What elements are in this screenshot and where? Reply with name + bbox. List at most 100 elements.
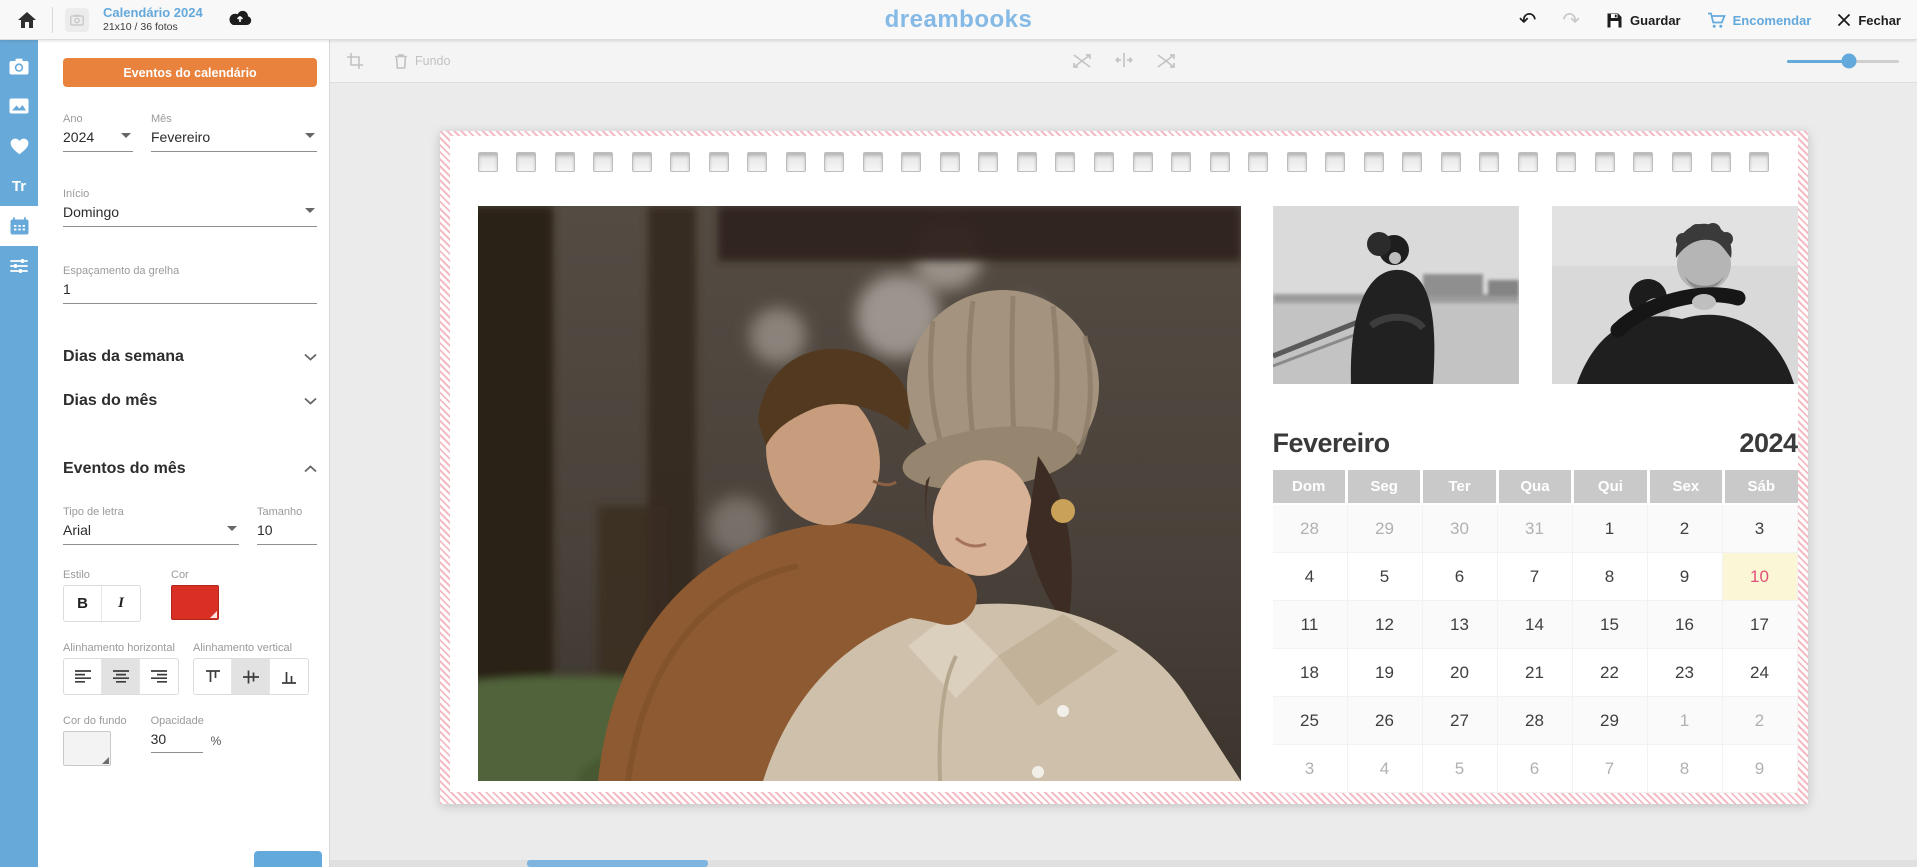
text-color-swatch[interactable] bbox=[171, 585, 219, 620]
day-cell[interactable]: 16 bbox=[1648, 601, 1723, 649]
sidebar-item-text[interactable]: Tr bbox=[0, 166, 38, 206]
sidebar-item-layouts[interactable] bbox=[0, 86, 38, 126]
mini-photo-2[interactable] bbox=[1552, 206, 1798, 384]
bg-color-swatch[interactable] bbox=[63, 731, 111, 766]
day-cell[interactable]: 27 bbox=[1423, 697, 1498, 745]
day-cell[interactable]: 21 bbox=[1498, 649, 1573, 697]
bold-button[interactable]: B bbox=[64, 586, 102, 621]
heart-icon bbox=[10, 138, 29, 155]
day-cell[interactable]: 13 bbox=[1423, 601, 1498, 649]
day-cell[interactable]: 2 bbox=[1648, 505, 1723, 553]
scrollbar-thumb[interactable] bbox=[527, 860, 708, 867]
day-cell[interactable]: 4 bbox=[1273, 553, 1348, 601]
day-cell[interactable]: 5 bbox=[1348, 553, 1423, 601]
day-cell[interactable]: 7 bbox=[1498, 553, 1573, 601]
align-center-icon bbox=[111, 669, 131, 684]
day-cell[interactable]: 8 bbox=[1648, 745, 1723, 793]
crop-button[interactable] bbox=[346, 52, 364, 70]
day-cell[interactable]: 4 bbox=[1348, 745, 1423, 793]
day-cell[interactable]: 1 bbox=[1573, 505, 1648, 553]
flip-horizontal-icon[interactable] bbox=[1114, 53, 1134, 67]
day-cell[interactable]: 18 bbox=[1273, 649, 1348, 697]
day-cell[interactable]: 29 bbox=[1348, 505, 1423, 553]
day-cell[interactable]: 31 bbox=[1498, 505, 1573, 553]
redo-icon[interactable]: ↷ bbox=[1562, 10, 1580, 31]
day-cell[interactable]: 5 bbox=[1423, 745, 1498, 793]
project-subtitle: 21x10 / 36 fotos bbox=[103, 21, 203, 33]
month-select[interactable]: Mês Fevereiro bbox=[151, 113, 317, 152]
year-select[interactable]: Ano 2024 bbox=[63, 113, 133, 152]
align-top-button[interactable] bbox=[194, 659, 232, 694]
close-button[interactable]: Fechar bbox=[1837, 13, 1901, 28]
binding-hole bbox=[1556, 152, 1576, 172]
day-cell[interactable]: 29 bbox=[1573, 697, 1648, 745]
day-cell[interactable]: 22 bbox=[1573, 649, 1648, 697]
day-cell[interactable]: 3 bbox=[1723, 505, 1798, 553]
align-bottom-icon bbox=[280, 669, 298, 685]
order-button[interactable]: Encomendar bbox=[1707, 12, 1812, 29]
start-day-select[interactable]: Início Domingo bbox=[63, 188, 317, 227]
font-size-input[interactable]: Tamanho 10 bbox=[257, 506, 317, 545]
align-middle-button[interactable] bbox=[232, 659, 270, 694]
zoom-slider-track[interactable] bbox=[1787, 60, 1899, 63]
align-right-button[interactable] bbox=[140, 659, 178, 694]
day-cell[interactable]: 1 bbox=[1648, 697, 1723, 745]
align-top-icon bbox=[204, 669, 222, 685]
align-left-button[interactable] bbox=[64, 659, 102, 694]
day-cell[interactable]: 8 bbox=[1573, 553, 1648, 601]
day-cell[interactable]: 10 bbox=[1723, 553, 1798, 601]
shuffle-icon[interactable] bbox=[1156, 53, 1176, 69]
zoom-slider[interactable] bbox=[1787, 54, 1899, 68]
calendar-events-button[interactable]: Eventos do calendário bbox=[63, 58, 317, 87]
save-button[interactable]: Guardar bbox=[1606, 12, 1681, 29]
day-cell[interactable]: 7 bbox=[1573, 745, 1648, 793]
day-cell[interactable]: 28 bbox=[1273, 505, 1348, 553]
day-cell[interactable]: 26 bbox=[1348, 697, 1423, 745]
settings-panel: Eventos do calendário Ano 2024 Mês Fever… bbox=[38, 40, 330, 867]
day-cell[interactable]: 15 bbox=[1573, 601, 1648, 649]
day-cell[interactable]: 17 bbox=[1723, 601, 1798, 649]
undo-icon[interactable]: ↶ bbox=[1519, 10, 1537, 31]
day-cell[interactable]: 24 bbox=[1723, 649, 1798, 697]
day-cell[interactable]: 30 bbox=[1423, 505, 1498, 553]
delete-background-button[interactable]: Fundo bbox=[394, 53, 450, 69]
swap-icon[interactable] bbox=[1072, 53, 1092, 69]
sidebar-item-favorites[interactable] bbox=[0, 126, 38, 166]
day-cell[interactable]: 14 bbox=[1498, 601, 1573, 649]
font-family-select[interactable]: Tipo de letra Arial bbox=[63, 506, 239, 545]
opacity-input[interactable]: Opacidade 30 % bbox=[151, 715, 222, 766]
day-cell[interactable]: 3 bbox=[1273, 745, 1348, 793]
align-bottom-button[interactable] bbox=[270, 659, 308, 694]
day-cell[interactable]: 12 bbox=[1348, 601, 1423, 649]
align-center-button[interactable] bbox=[102, 659, 140, 694]
zoom-slider-thumb[interactable] bbox=[1841, 54, 1856, 69]
mini-photo-1[interactable] bbox=[1273, 206, 1519, 384]
grid-spacing-input[interactable]: Espaçamento da grelha 1 bbox=[63, 265, 317, 304]
horizontal-scrollbar[interactable] bbox=[330, 860, 1917, 867]
binding-hole bbox=[863, 152, 883, 172]
section-month-days[interactable]: Dias do mês bbox=[63, 392, 317, 410]
weekday-cell: Sex bbox=[1650, 470, 1722, 503]
main-photo[interactable] bbox=[478, 206, 1241, 781]
sidebar-item-settings[interactable] bbox=[0, 246, 38, 286]
day-cell[interactable]: 19 bbox=[1348, 649, 1423, 697]
day-cell[interactable]: 20 bbox=[1423, 649, 1498, 697]
color-label: Cor bbox=[171, 569, 219, 581]
day-cell[interactable]: 9 bbox=[1723, 745, 1798, 793]
day-cell[interactable]: 23 bbox=[1648, 649, 1723, 697]
apply-button[interactable] bbox=[254, 851, 322, 867]
section-weekdays[interactable]: Dias da semana bbox=[63, 348, 317, 366]
text-icon: Tr bbox=[12, 178, 26, 195]
day-cell[interactable]: 6 bbox=[1498, 745, 1573, 793]
home-icon[interactable] bbox=[14, 7, 40, 33]
sidebar-item-photos[interactable] bbox=[0, 46, 38, 86]
day-cell[interactable]: 25 bbox=[1273, 697, 1348, 745]
day-cell[interactable]: 6 bbox=[1423, 553, 1498, 601]
day-cell[interactable]: 11 bbox=[1273, 601, 1348, 649]
italic-button[interactable]: I bbox=[102, 586, 140, 621]
day-cell[interactable]: 28 bbox=[1498, 697, 1573, 745]
sidebar-item-calendar[interactable] bbox=[0, 206, 38, 246]
day-cell[interactable]: 9 bbox=[1648, 553, 1723, 601]
day-cell[interactable]: 2 bbox=[1723, 697, 1798, 745]
section-month-events[interactable]: Eventos do mês bbox=[63, 460, 317, 478]
